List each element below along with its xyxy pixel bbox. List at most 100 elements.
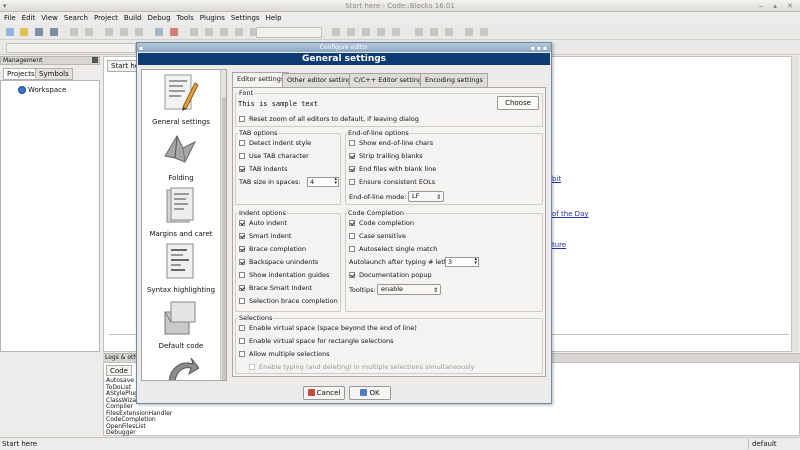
find-icon[interactable] (155, 28, 163, 36)
ok-button[interactable]: OK (349, 386, 391, 400)
tab-cpp-editor-settings[interactable]: C/C++ Editor settings (349, 73, 431, 87)
debug-windows-icon[interactable] (465, 28, 473, 36)
use-tab-character-checkbox[interactable] (239, 153, 245, 159)
backspace-unindents-option[interactable]: Backspace unindents (239, 258, 318, 266)
tab-encoding-settings[interactable]: Encoding settings (420, 73, 488, 87)
menu-settings[interactable]: Settings (228, 12, 263, 24)
brace-completion-option[interactable]: Brace completion (239, 245, 306, 253)
workspace-node[interactable]: Workspace (28, 86, 66, 94)
menu-tools[interactable]: Tools (174, 12, 197, 24)
dialog-controls[interactable]: ▪▪▪ (531, 44, 549, 53)
tab-size-spinner[interactable]: 4 ▴ ▾ (307, 177, 339, 187)
menu-search[interactable]: Search (61, 12, 91, 24)
backspace-unindents-checkbox[interactable] (239, 259, 245, 265)
redo-icon[interactable] (85, 28, 93, 36)
brace-smart-indent-option[interactable]: Brace Smart Indent (239, 284, 312, 292)
detect-indent-style-option[interactable]: Detect indent style (239, 139, 311, 147)
step-out-icon[interactable] (392, 28, 400, 36)
category-list[interactable]: General settings Folding Margins and car… (141, 69, 227, 381)
undo-icon[interactable] (70, 28, 78, 36)
debug-info-icon[interactable] (480, 28, 488, 36)
choose-font-button[interactable]: Choose (497, 96, 539, 110)
eol-mode-select[interactable]: LF ⇕ (408, 191, 444, 202)
stop-debugger-icon[interactable] (445, 28, 453, 36)
menu-build[interactable]: Build (121, 12, 145, 24)
rebuild-icon[interactable] (235, 28, 243, 36)
menu-plugins[interactable]: Plugins (197, 12, 228, 24)
code-completion-option[interactable]: Code completion (349, 219, 414, 227)
auto-indent-option[interactable]: Auto indent (239, 219, 287, 227)
menu-project[interactable]: Project (91, 12, 121, 24)
brace-smart-indent-checkbox[interactable] (239, 285, 245, 291)
step-into-icon[interactable] (377, 28, 385, 36)
multiple-selections-option[interactable]: Allow multiple selections (239, 350, 330, 358)
selection-brace-completion-option[interactable]: Selection brace completion (239, 297, 338, 305)
show-eol-chars-checkbox[interactable] (349, 140, 355, 146)
show-eol-chars-option[interactable]: Show end-of-line chars (349, 139, 433, 147)
window-menu-icon[interactable]: ▾ (3, 0, 7, 12)
close-icon[interactable] (92, 57, 98, 63)
start-page-link[interactable]: bit (552, 175, 561, 183)
debug-icon[interactable] (332, 28, 340, 36)
virtual-space-option[interactable]: Enable virtual space (space beyond the e… (239, 324, 417, 332)
tab-code-logs[interactable]: Code (106, 365, 132, 376)
copy-icon[interactable] (120, 28, 128, 36)
feature-link[interactable]: ture (552, 241, 566, 249)
use-tab-character-option[interactable]: Use TAB character (239, 152, 309, 160)
run-to-cursor-icon[interactable] (347, 28, 355, 36)
code-scope-select[interactable] (6, 43, 136, 53)
editor-scrollbar[interactable] (791, 56, 799, 352)
open-file-icon[interactable] (20, 28, 28, 36)
tooltips-select[interactable]: enable ⇕ (377, 284, 441, 295)
cancel-button[interactable]: Cancel (303, 386, 345, 400)
next-instruction-icon[interactable] (415, 28, 423, 36)
case-sensitive-checkbox[interactable] (349, 233, 355, 239)
next-line-icon[interactable] (362, 28, 370, 36)
ensure-consistent-eols-checkbox[interactable] (349, 179, 355, 185)
category-scrollbar-thumb[interactable] (222, 97, 226, 380)
run-icon[interactable] (205, 28, 213, 36)
tab-indents-option[interactable]: TAB indents (239, 165, 288, 173)
category-default-code[interactable]: Default code (142, 342, 220, 350)
window-controls[interactable]: ‒ ▴ ✕ (759, 0, 797, 12)
new-file-icon[interactable] (6, 28, 14, 36)
spinner-arrows-icon[interactable]: ▴ ▾ (474, 257, 477, 266)
tab-symbols[interactable]: Symbols (35, 68, 73, 80)
auto-indent-checkbox[interactable] (239, 220, 245, 226)
strip-trailing-blanks-option[interactable]: Strip trailing blanks (349, 152, 422, 160)
autoselect-single-match-option[interactable]: Autoselect single match (349, 245, 437, 253)
menu-debug[interactable]: Debug (145, 12, 174, 24)
menu-view[interactable]: View (38, 12, 61, 24)
reset-zoom-option[interactable]: Reset zoom of all editors to default, if… (239, 115, 419, 123)
tab-other-editor-settings[interactable]: Other editor settings (282, 73, 360, 87)
detect-indent-style-checkbox[interactable] (239, 140, 245, 146)
tip-of-the-day-link[interactable]: of the Day (552, 210, 589, 218)
tab-editor-settings[interactable]: Editor settings (232, 72, 290, 87)
reset-zoom-checkbox[interactable] (239, 116, 245, 122)
smart-indent-checkbox[interactable] (239, 233, 245, 239)
end-files-blank-line-option[interactable]: End files with blank line (349, 165, 436, 173)
virtual-space-rect-option[interactable]: Enable virtual space for rectangle selec… (239, 337, 394, 345)
menu-help[interactable]: Help (263, 12, 285, 24)
build-run-icon[interactable] (220, 28, 228, 36)
strip-trailing-blanks-checkbox[interactable] (349, 153, 355, 159)
build-target-select[interactable] (256, 27, 322, 38)
build-icon[interactable] (190, 28, 198, 36)
save-icon[interactable] (35, 28, 43, 36)
category-general-settings[interactable]: General settings (142, 118, 220, 126)
autoselect-single-match-checkbox[interactable] (349, 246, 355, 252)
selection-brace-completion-checkbox[interactable] (239, 298, 245, 304)
ensure-consistent-eols-option[interactable]: Ensure consistent EOLs (349, 178, 435, 186)
replace-icon[interactable] (170, 28, 178, 36)
virtual-space-checkbox[interactable] (239, 325, 245, 331)
tab-projects[interactable]: Projects (3, 68, 39, 80)
paste-icon[interactable] (135, 28, 143, 36)
code-completion-checkbox[interactable] (349, 220, 355, 226)
end-files-blank-line-checkbox[interactable] (349, 166, 355, 172)
spinner-arrows-icon[interactable]: ▴ ▾ (334, 177, 337, 186)
autolaunch-spinner[interactable]: 3 ▴ ▾ (445, 257, 479, 267)
save-all-icon[interactable] (50, 28, 58, 36)
menu-edit[interactable]: Edit (19, 12, 39, 24)
documentation-popup-option[interactable]: Documentation popup (349, 271, 432, 279)
show-indentation-guides-option[interactable]: Show indentation guides (239, 271, 329, 279)
